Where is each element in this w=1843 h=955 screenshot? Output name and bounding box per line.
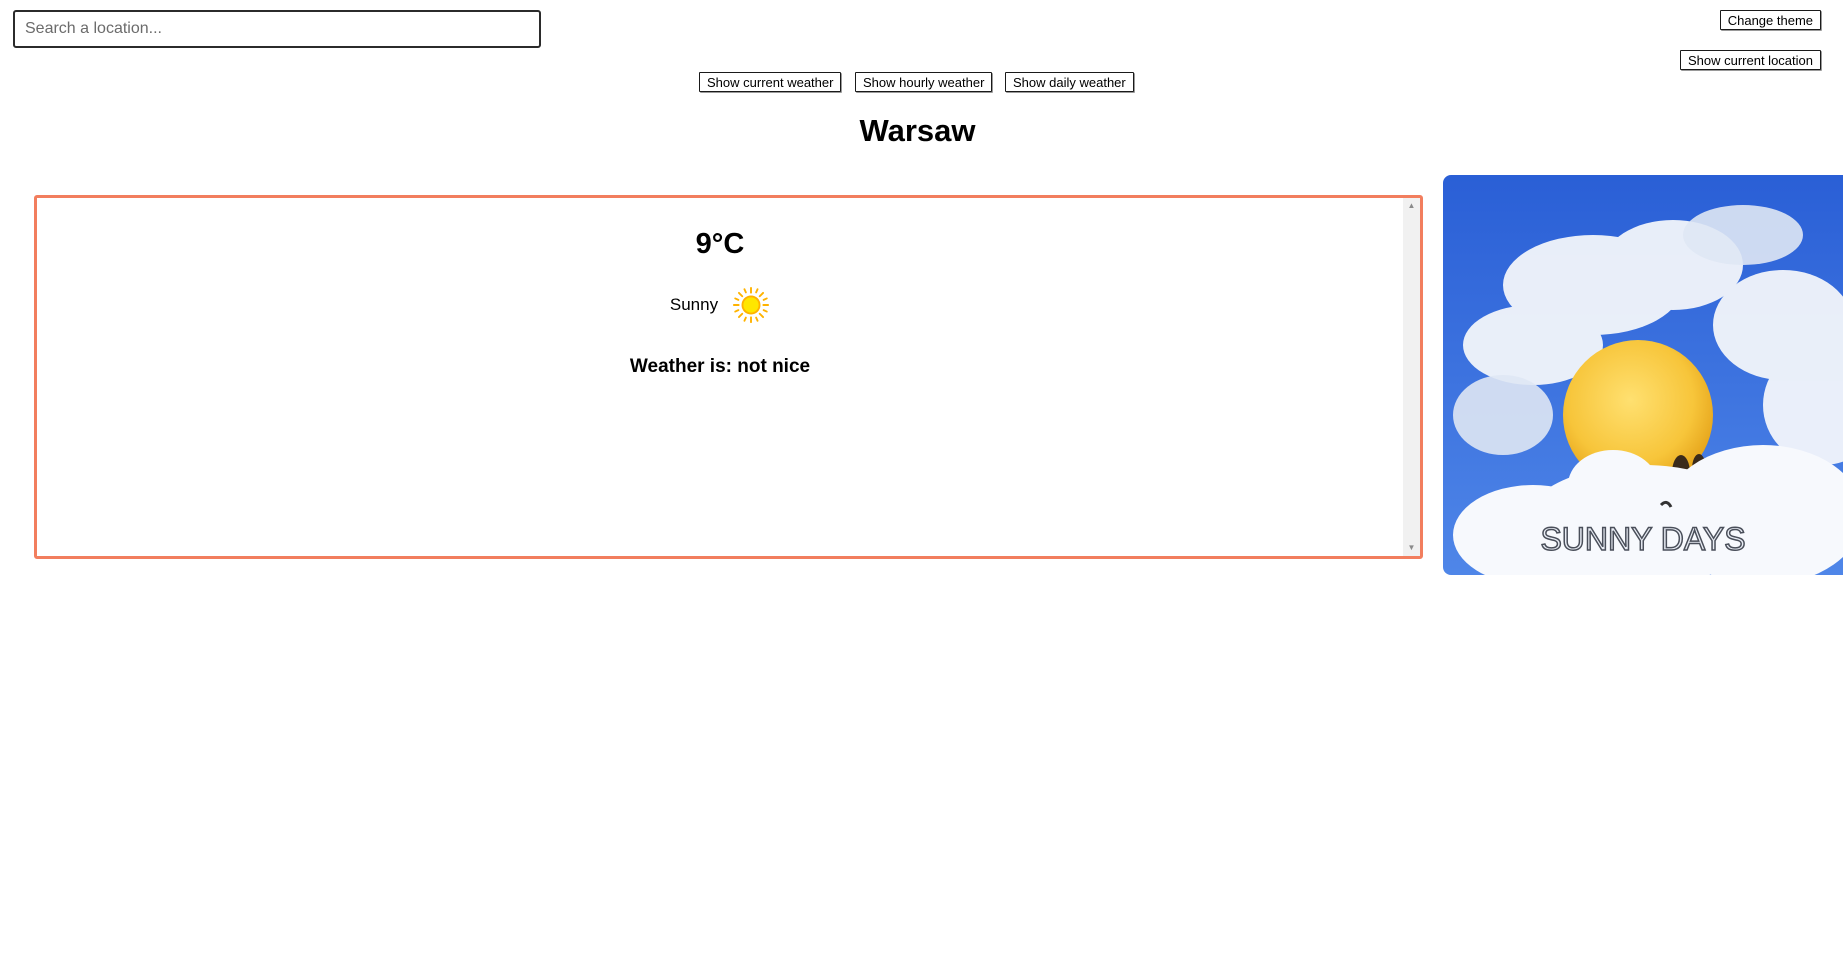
weather-verdict: Weather is: not nice (629, 356, 811, 377)
condition-row: Sunny (37, 286, 1403, 324)
scroll-down-arrow-icon[interactable]: ▼ (1403, 541, 1420, 555)
sun-icon (732, 286, 770, 324)
temperature-value: 9°C (695, 228, 745, 260)
condition-label: Sunny (669, 295, 719, 314)
current-weather-panel: 9°C Sunny Weather is: not nice ▲ ▼ (34, 195, 1423, 559)
panel-scrollbar[interactable]: ▲ ▼ (1403, 198, 1420, 556)
change-theme-button[interactable]: Change theme (1719, 10, 1821, 30)
search-input[interactable] (13, 10, 541, 48)
gif-caption: SUNNY DAYS (1540, 521, 1745, 557)
current-weather-content: 9°C Sunny Weather is: not nice (37, 198, 1403, 556)
show-hourly-weather-button[interactable]: Show hourly weather (855, 72, 993, 92)
view-switch-bar: Show current weather Show hourly weather… (0, 72, 1843, 92)
scroll-up-arrow-icon[interactable]: ▲ (1403, 199, 1420, 213)
show-daily-weather-button[interactable]: Show daily weather (1005, 72, 1134, 92)
weather-app: Change theme Show current location Show … (0, 0, 1843, 955)
show-current-weather-button[interactable]: Show current weather (699, 72, 842, 92)
show-current-location-button[interactable]: Show current location (1679, 50, 1821, 70)
weather-gif-image: SUNNY DAYS (1443, 175, 1843, 575)
location-title: Warsaw (859, 113, 976, 148)
